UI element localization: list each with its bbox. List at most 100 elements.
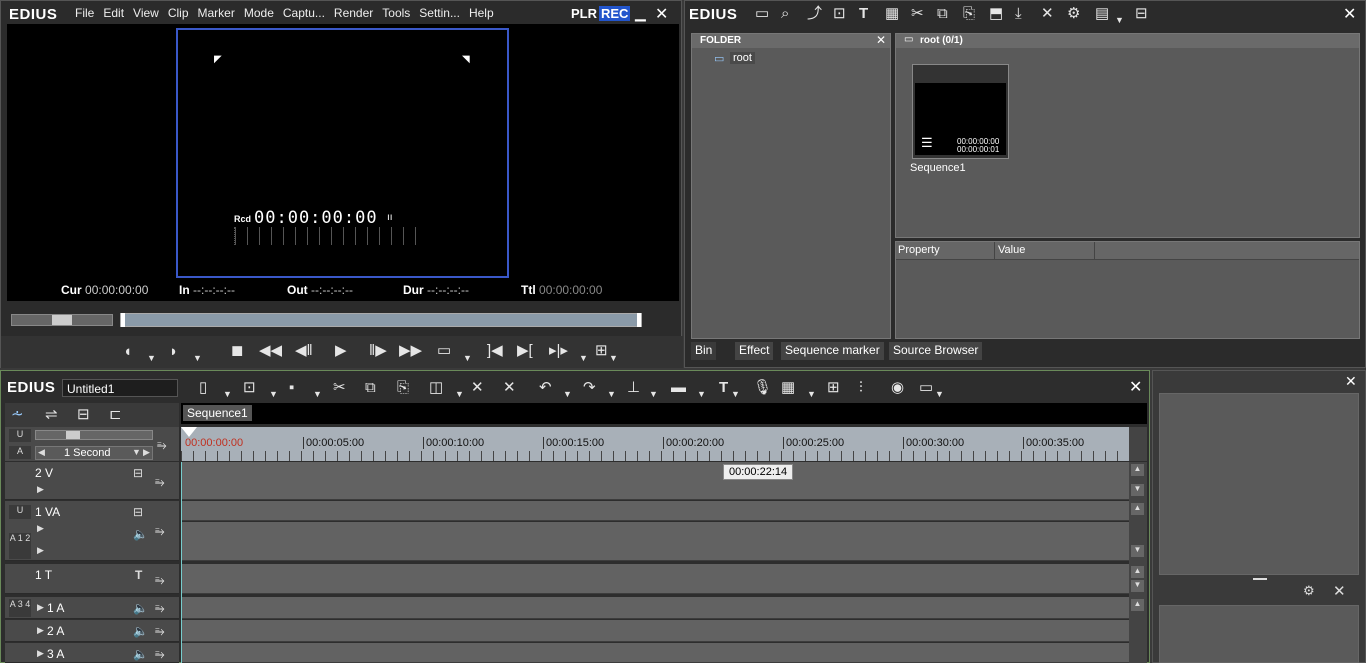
mark-out-dropdown-icon[interactable]: ▼ [193,350,202,366]
track-expand-icon[interactable]: ▶ [37,523,44,534]
track-options-icon[interactable]: ⥱ [155,646,165,662]
track-lane-1a[interactable] [181,597,1129,619]
redo-icon[interactable]: ↷ [583,380,596,396]
delete-icon[interactable]: ✕ [471,380,484,396]
track-options-icon[interactable]: ⥱ [155,623,165,639]
playhead[interactable] [181,427,197,437]
delete-icon[interactable]: ✕ [1041,6,1054,22]
lock-icon-top[interactable]: U [9,429,31,442]
rec-button[interactable]: REC [599,6,631,21]
track-expand-icon[interactable]: ▶ [37,648,44,659]
time-ruler[interactable]: 00:00:00:00 00:00:05:00 00:00:10:00 00:0… [181,427,1129,461]
menu-settings[interactable]: Settin... [419,6,460,20]
color-bars-icon[interactable]: ▦ [885,6,899,22]
tab-bin[interactable]: Bin [691,342,717,360]
scrub-bar[interactable] [120,313,642,327]
track-options-icon[interactable]: ⥱ [155,523,165,539]
mixer-icon[interactable]: ⫶ [859,380,863,396]
render-icon[interactable]: ▦ [781,380,795,396]
track-header-1va[interactable]: U A 1 2 1 VA ▶ ▶ ⊟ 🔈 ⥱ [5,501,179,561]
cut-icon[interactable]: ✂ [333,380,346,396]
title-track-icon[interactable]: T [135,568,142,582]
track-expand-audio-icon[interactable]: ▶ [37,545,44,556]
track-header-1a[interactable]: A 3 4 ▶ 1 A 🔈 ⥱ [5,597,179,619]
undo-dropdown-icon[interactable]: ▼ [563,386,572,402]
export-dropdown-icon[interactable]: ▼ [609,350,618,366]
new-sequence-icon[interactable]: ▯ [199,380,207,396]
sequence-settings-icon[interactable]: ⊞ [827,380,840,396]
cut-icon[interactable]: ✂ [911,6,924,22]
track-expand-icon[interactable]: ▶ [37,602,44,613]
scale-right-icon[interactable]: ▶ [143,447,150,458]
menu-render[interactable]: Render [334,6,373,20]
jog-handle[interactable] [52,315,72,325]
scroll-down-icon-3[interactable]: ▼ [1131,580,1144,592]
menu-edit[interactable]: Edit [103,6,124,20]
add-cut-icon[interactable]: ⊥ [627,380,640,396]
scroll-up-icon-3[interactable]: ▲ [1131,566,1144,578]
scroll-down-icon[interactable]: ▼ [1131,484,1144,496]
menu-tools[interactable]: Tools [382,6,410,20]
add-to-timeline-icon[interactable]: ⤓ [1015,6,1022,22]
copy-icon[interactable]: ⧉ [937,6,948,22]
insert-timeline-icon[interactable]: ]◀ [487,343,503,359]
a12-badge[interactable]: A 1 2 [9,533,31,559]
undo-icon[interactable]: ↶ [539,380,552,396]
scroll-down-icon-2[interactable]: ▼ [1131,545,1144,557]
tab-sequence-marker[interactable]: Sequence marker [781,342,884,360]
sync-lock-icon[interactable]: ⩪ [11,407,24,423]
properties-icon[interactable]: ⚙ [1067,6,1080,22]
sequence-tab[interactable]: Sequence1 [183,405,252,421]
track-expand-icon[interactable]: ▶ [37,625,44,636]
track-lane-1va-video[interactable] [181,501,1129,521]
play-icon[interactable]: ▶ [335,343,347,359]
clip-thumbnail[interactable]: ☰ 00:00:00:00 00:00:00:01 [912,64,1009,159]
ripple-delete-icon[interactable]: ✕ [503,380,516,396]
timeline-close-icon[interactable]: ✕ [1129,377,1142,397]
track-lane-2v[interactable] [181,462,1129,500]
mode-toggle-icon[interactable]: ⇌ [45,407,58,423]
ripple-icon[interactable]: ◫ [429,380,443,396]
plr-button[interactable]: PLR [571,6,597,21]
menu-file[interactable]: File [75,6,94,20]
track-header-2a[interactable]: ▶ 2 A 🔈 ⥱ [5,620,179,642]
audio-speaker-icon[interactable]: 🔈 [133,527,148,541]
scale-slider[interactable] [35,430,153,440]
track-lane-3a[interactable] [181,643,1129,663]
vertical-scrollbar[interactable]: ▲ ▼ ▲ ▼ ▲ ▼ ▲ [1129,462,1147,663]
open-project-icon[interactable]: ⊡ [243,380,256,396]
new-dropdown-icon[interactable]: ▼ [223,386,232,402]
scale-dropdown-icon[interactable]: ▼ [132,447,141,457]
menu-capture[interactable]: Captu... [283,6,325,20]
menu-mode[interactable]: Mode [244,6,274,20]
paste-icon[interactable]: ⎘ [397,380,409,396]
stop-icon[interactable]: ◼ [231,343,243,359]
track-options-icon[interactable]: ⥱ [155,600,165,616]
group-link-icon[interactable]: ⊟ [77,407,90,423]
menu-view[interactable]: View [133,6,159,20]
track-expand-icon[interactable]: ▶ [37,484,44,495]
step-forward-icon[interactable]: ‖▶ [369,343,387,359]
side-panel-close-icon[interactable]: ✕ [1345,373,1357,390]
tab-effect[interactable]: Effect [735,342,774,360]
export-icon[interactable]: ⊞ [595,343,608,359]
loop-dropdown-icon[interactable]: ▼ [463,350,472,366]
mark-out-icon[interactable]: ◗ [169,344,178,360]
layout-icon[interactable]: ▭ [919,380,933,396]
property-column[interactable]: Property [898,244,940,256]
track-header-3a[interactable]: ▶ 3 A 🔈 ⥱ [5,643,179,663]
jog-slider[interactable] [11,314,113,326]
audio-speaker-icon[interactable]: 🔈 [133,601,148,615]
copy-icon[interactable]: ⧉ [365,380,376,396]
new-folder-icon[interactable]: ▭ [755,6,769,22]
project-name-field[interactable]: Untitled1 [62,379,178,397]
root-folder-item[interactable]: root [730,52,755,64]
transition-dropdown-icon[interactable]: ▼ [697,386,706,402]
view-dropdown-icon[interactable]: ▼ [1115,12,1124,28]
marker-icon[interactable]: ⬒ [989,6,1003,22]
scroll-up-icon[interactable]: ▲ [1131,464,1144,476]
view-mode-icon[interactable]: ▤ [1095,6,1109,22]
rewind-icon[interactable]: ◀◀ [259,343,282,359]
title-icon[interactable]: T [859,6,868,22]
scale-slider-handle[interactable] [66,431,80,439]
